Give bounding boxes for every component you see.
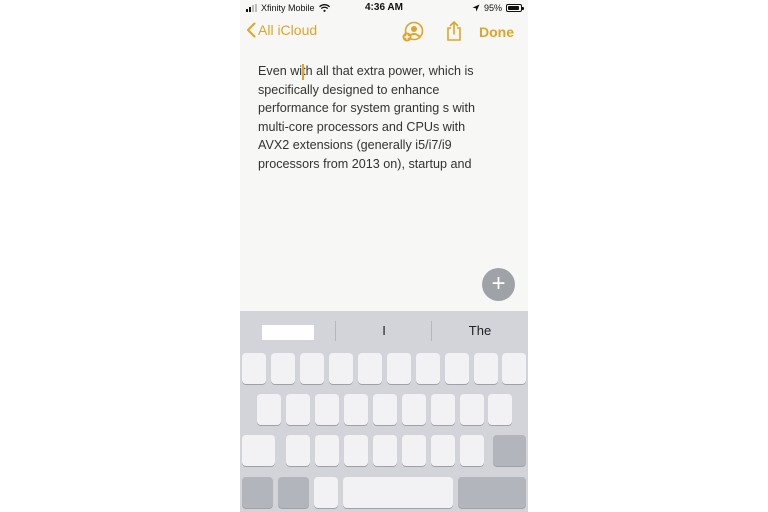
notes-screen: Xfinity Mobile 4:36 AM 95% All iCloud Do… bbox=[240, 0, 528, 512]
shift-key[interactable] bbox=[242, 435, 275, 466]
keyboard-key[interactable] bbox=[431, 435, 455, 466]
battery-percent: 95% bbox=[483, 3, 502, 13]
keyboard-key[interactable] bbox=[460, 394, 484, 425]
note-body[interactable]: Even with all that extra power, which is… bbox=[258, 62, 514, 173]
status-bar: Xfinity Mobile 4:36 AM 95% bbox=[240, 0, 528, 16]
back-label: All iCloud bbox=[258, 22, 318, 38]
chevron-left-icon bbox=[247, 22, 256, 38]
prediction-1[interactable]: I bbox=[336, 323, 432, 338]
dictation-key[interactable] bbox=[314, 477, 338, 508]
space-key[interactable] bbox=[343, 477, 453, 508]
keyboard-key[interactable] bbox=[431, 394, 455, 425]
status-right: 95% bbox=[472, 3, 524, 13]
prediction-bar: I The bbox=[240, 311, 528, 351]
keyboard-key[interactable] bbox=[286, 394, 310, 425]
keyboard-key[interactable] bbox=[445, 353, 469, 384]
keyboard-key[interactable] bbox=[402, 394, 426, 425]
location-arrow-icon bbox=[472, 4, 480, 12]
keyboard-key[interactable] bbox=[271, 353, 295, 384]
keyboard-key[interactable] bbox=[460, 435, 484, 466]
prediction-2[interactable]: The bbox=[432, 323, 528, 338]
keyboard-key[interactable] bbox=[502, 353, 526, 384]
return-key[interactable] bbox=[458, 477, 526, 508]
keyboard-key[interactable] bbox=[373, 435, 397, 466]
keyboard-key[interactable] bbox=[387, 353, 411, 384]
keyboard-key[interactable] bbox=[488, 394, 512, 425]
share-icon[interactable] bbox=[444, 20, 464, 42]
keyboard-key[interactable] bbox=[402, 435, 426, 466]
battery-icon bbox=[506, 4, 524, 12]
keyboard-key[interactable] bbox=[329, 353, 353, 384]
navigation-bar: All iCloud Done bbox=[240, 18, 528, 48]
keyboard-key[interactable] bbox=[344, 394, 368, 425]
keyboard-key[interactable] bbox=[315, 394, 339, 425]
battery-fill bbox=[508, 6, 520, 10]
add-person-icon[interactable] bbox=[402, 21, 424, 43]
text-cursor bbox=[302, 64, 304, 80]
back-button[interactable]: All iCloud bbox=[246, 22, 317, 38]
keyboard-key[interactable] bbox=[257, 394, 281, 425]
keyboard-key[interactable] bbox=[300, 353, 324, 384]
keyboard-key[interactable] bbox=[358, 353, 382, 384]
plus-icon[interactable]: + bbox=[482, 268, 515, 301]
numbers-key[interactable] bbox=[242, 477, 273, 508]
keyboard-key[interactable] bbox=[315, 435, 339, 466]
prediction-0[interactable] bbox=[262, 325, 314, 340]
done-button[interactable]: Done bbox=[479, 24, 514, 40]
keyboard-key[interactable] bbox=[474, 353, 498, 384]
delete-key[interactable] bbox=[493, 435, 526, 466]
keyboard: I The bbox=[240, 311, 528, 512]
keyboard-key[interactable] bbox=[416, 353, 440, 384]
keyboard-key[interactable] bbox=[286, 435, 310, 466]
keyboard-key[interactable] bbox=[373, 394, 397, 425]
keyboard-key[interactable] bbox=[344, 435, 368, 466]
keyboard-key[interactable] bbox=[242, 353, 266, 384]
emoji-key[interactable] bbox=[278, 477, 309, 508]
